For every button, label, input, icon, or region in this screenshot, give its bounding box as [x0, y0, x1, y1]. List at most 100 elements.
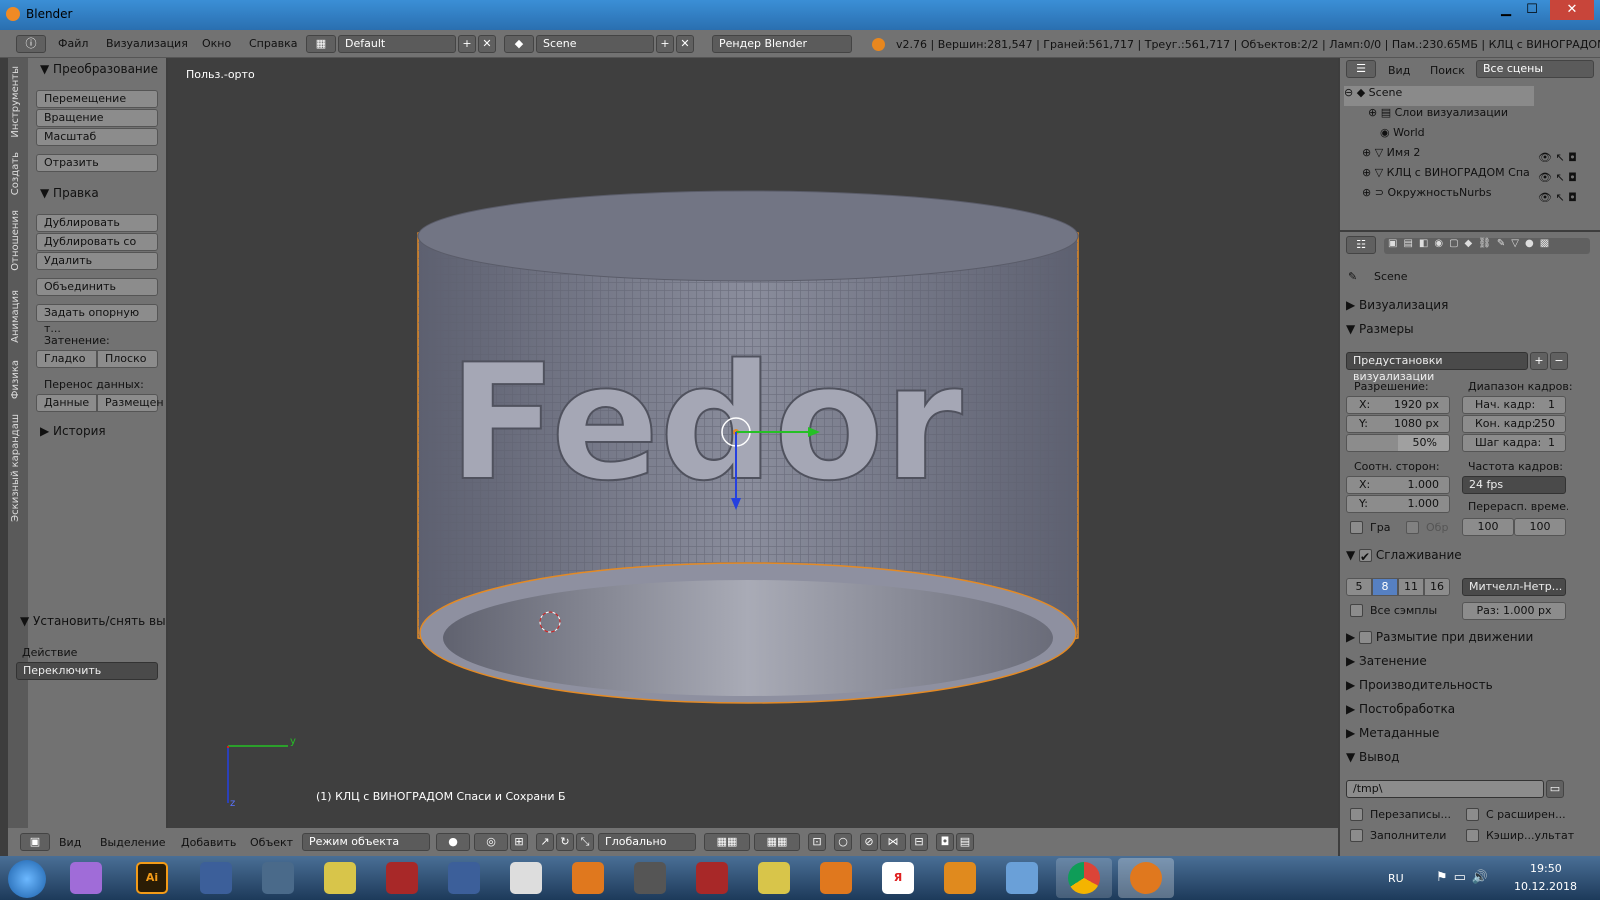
- orientation-select[interactable]: Глобально: [598, 833, 696, 851]
- crop-checkbox[interactable]: [1406, 521, 1419, 534]
- render-animation-icon[interactable]: ▤: [956, 833, 974, 851]
- aspect-x-field[interactable]: X: 1.000: [1346, 476, 1450, 494]
- data-button[interactable]: Данные: [36, 394, 97, 412]
- taskbar-app-icon[interactable]: [200, 862, 232, 894]
- cache-result-checkbox[interactable]: [1466, 829, 1479, 842]
- flat-button[interactable]: Плоско: [97, 350, 158, 368]
- menu-help[interactable]: Справка: [249, 37, 297, 50]
- aa-samples-11[interactable]: 11: [1398, 578, 1424, 596]
- render-presets-select[interactable]: Предустановки визуализации: [1346, 352, 1528, 383]
- panel-history-header[interactable]: ▶ История: [40, 424, 106, 438]
- remove-screen-icon[interactable]: ✕: [478, 35, 496, 53]
- frame-step-field[interactable]: Шаг кадра: 1: [1462, 434, 1566, 452]
- fps-select[interactable]: 24 fps: [1462, 476, 1566, 494]
- join-button[interactable]: Объединить: [36, 278, 158, 296]
- filter-size-field[interactable]: Раз: 1.000 px: [1462, 602, 1566, 620]
- outliner-visibility-icons[interactable]: 👁 ↖ ◘ 👁 ↖ ◘ 👁 ↖ ◘: [1538, 148, 1577, 208]
- border-checkbox[interactable]: [1350, 521, 1363, 534]
- tab-grease-pencil[interactable]: Эскизный карандаш: [10, 414, 21, 522]
- chrome-taskbar-button[interactable]: [1056, 858, 1112, 898]
- menu-render[interactable]: Визуализация: [106, 37, 188, 50]
- time-remap-new-field[interactable]: 100: [1514, 518, 1566, 536]
- editor-type-outliner-icon[interactable]: ☰: [1346, 60, 1376, 78]
- mirror-button[interactable]: Отразить: [36, 154, 158, 172]
- 3d-viewport[interactable]: Польз.-орто Fedor y z (1) КЛЦ с ВИНОГРАД…: [168, 58, 1338, 828]
- maximize-button[interactable]: ☐: [1512, 0, 1552, 20]
- taskbar-app-icon[interactable]: [1006, 862, 1038, 894]
- panel-output[interactable]: ▼ Вывод: [1346, 750, 1572, 764]
- outliner-row-ring[interactable]: ⊕ ▽ КЛЦ с ВИНОГРАДОМ Спа: [1362, 166, 1534, 186]
- menu-window[interactable]: Окно: [202, 37, 231, 50]
- snap-icon[interactable]: ⊘: [860, 833, 878, 851]
- panel-metadata[interactable]: ▶ Метаданные: [1346, 726, 1572, 740]
- taskbar-app-icon[interactable]: [944, 862, 976, 894]
- taskbar-app-icon[interactable]: [820, 862, 852, 894]
- taskbar-app-icon[interactable]: [510, 862, 542, 894]
- taskbar-app-icon[interactable]: [262, 862, 294, 894]
- panel-dimensions[interactable]: ▼ Размеры: [1346, 322, 1572, 336]
- full-sample-checkbox[interactable]: [1350, 604, 1363, 617]
- pin-icon[interactable]: ✎: [1348, 270, 1357, 283]
- pivot-point-icon[interactable]: ◎: [474, 833, 508, 851]
- rotate-button[interactable]: Вращение: [36, 109, 158, 127]
- time-remap-old-field[interactable]: 100: [1462, 518, 1514, 536]
- panel-shading[interactable]: ▶ Затенение: [1346, 654, 1572, 668]
- taskbar-app-icon[interactable]: [70, 862, 102, 894]
- proportional-edit-icon[interactable]: ○: [834, 833, 852, 851]
- aa-samples-16[interactable]: 16: [1424, 578, 1450, 596]
- aspect-y-field[interactable]: Y: 1.000: [1346, 495, 1450, 513]
- smooth-button[interactable]: Гладко: [36, 350, 97, 368]
- blender-active-taskbar-button[interactable]: [1118, 858, 1174, 898]
- editor-type-3dview-icon[interactable]: ▣: [20, 833, 50, 851]
- screen-layout-icon[interactable]: ▦: [306, 35, 336, 53]
- layers-2-icon[interactable]: ▦▦: [754, 833, 800, 851]
- manipulator-icon[interactable]: ⊞: [510, 833, 528, 851]
- outliner-menu-search[interactable]: Поиск: [1430, 64, 1465, 77]
- blender-taskbar-icon[interactable]: [572, 862, 604, 894]
- frame-end-field[interactable]: Кон. кадр: 250: [1462, 415, 1566, 433]
- action-select[interactable]: Переключить: [16, 662, 158, 680]
- aa-samples-5[interactable]: 5: [1346, 578, 1372, 596]
- tray-icons[interactable]: ⚑▭🔊: [1436, 870, 1494, 885]
- aa-samples-8[interactable]: 8: [1372, 578, 1398, 596]
- menu-view[interactable]: Вид: [59, 836, 81, 849]
- outliner-menu-view[interactable]: Вид: [1388, 64, 1410, 77]
- tab-tools[interactable]: Инструменты: [10, 66, 21, 138]
- menu-select[interactable]: Выделение: [100, 836, 166, 849]
- translate-manipulator-icon[interactable]: ↗: [536, 833, 554, 851]
- remove-scene-icon[interactable]: ✕: [676, 35, 694, 53]
- resolution-x-field[interactable]: X: 1920 px: [1346, 396, 1450, 414]
- file-extensions-checkbox[interactable]: [1466, 808, 1479, 821]
- tab-relations[interactable]: Отношения: [10, 210, 21, 271]
- tab-animation[interactable]: Анимация: [10, 290, 21, 343]
- add-screen-icon[interactable]: +: [458, 35, 476, 53]
- illustrator-icon[interactable]: Ai: [136, 862, 168, 894]
- resolution-y-field[interactable]: Y: 1080 px: [1346, 415, 1450, 433]
- scene-icon[interactable]: ◆: [504, 35, 534, 53]
- duplicate-button[interactable]: Дублировать: [36, 214, 158, 232]
- panel-antialiasing[interactable]: ▼ ✔ Сглаживание: [1346, 548, 1572, 564]
- snap-element-icon[interactable]: ⋈: [880, 833, 906, 851]
- close-button[interactable]: ✕: [1550, 0, 1594, 20]
- clock-time[interactable]: 19:50: [1530, 862, 1562, 875]
- overwrite-checkbox[interactable]: [1350, 808, 1363, 821]
- outliner-row-name2[interactable]: ⊕ ▽ Имя 2: [1362, 146, 1420, 166]
- render-opengl-icon[interactable]: ◘: [936, 833, 954, 851]
- menu-object[interactable]: Объект: [250, 836, 293, 849]
- panel-render[interactable]: ▶ Визуализация: [1346, 298, 1572, 312]
- snap-target-icon[interactable]: ⊟: [910, 833, 928, 851]
- lock-layers-icon[interactable]: ⊡: [808, 833, 826, 851]
- frame-start-field[interactable]: Нач. кадр: 1: [1462, 396, 1566, 414]
- scale-manipulator-icon[interactable]: ⤡: [576, 833, 594, 851]
- taskbar-app-icon[interactable]: [758, 862, 790, 894]
- outliner-row-world[interactable]: ◉ World: [1380, 126, 1425, 146]
- placeholders-checkbox[interactable]: [1350, 829, 1363, 842]
- taskbar-app-icon[interactable]: [696, 862, 728, 894]
- editor-type-properties-icon[interactable]: ☷: [1346, 236, 1376, 254]
- yandex-icon[interactable]: Я: [882, 862, 914, 894]
- taskbar-app-icon[interactable]: [324, 862, 356, 894]
- panel-postprocessing[interactable]: ▶ Постобработка: [1346, 702, 1572, 716]
- mode-select[interactable]: Режим объекта: [302, 833, 430, 851]
- scale-button[interactable]: Масштаб: [36, 128, 158, 146]
- scene-field[interactable]: Scene: [536, 35, 654, 53]
